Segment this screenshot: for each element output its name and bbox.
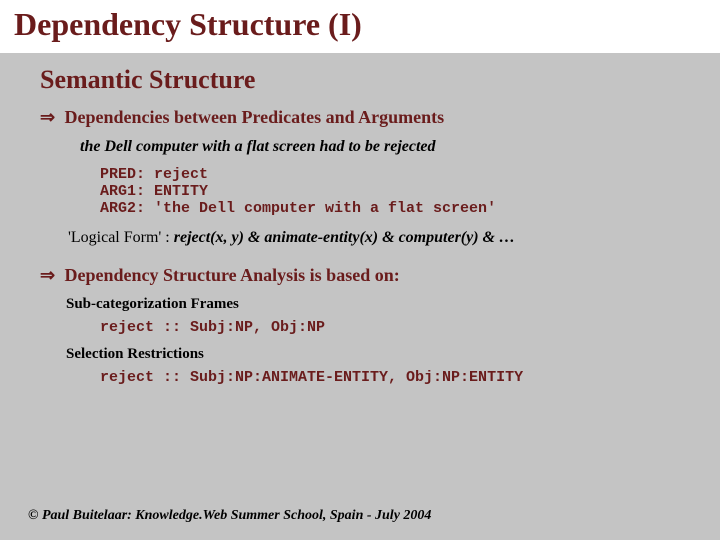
selres-heading: Selection Restrictions [66,346,690,363]
title-band: Dependency Structure (I) [0,0,720,53]
slide-subtitle: Semantic Structure [40,65,690,95]
logical-form-label: 'Logical Form' : [68,229,174,246]
bullet-dependencies: ⇒ Dependencies between Predicates and Ar… [40,107,690,128]
arrow-icon: ⇒ [40,107,60,128]
slide-content: Semantic Structure ⇒ Dependencies betwee… [0,53,720,386]
subcat-line: reject :: Subj:NP, Obj:NP [100,319,690,336]
logical-form-line: 'Logical Form' : reject(x, y) & animate-… [68,229,690,247]
logical-form-expression: reject(x, y) & animate-entity(x) & compu… [174,229,515,246]
bullet-analysis: ⇒ Dependency Structure Analysis is based… [40,265,690,286]
arrow-icon: ⇒ [40,265,60,286]
slide-title: Dependency Structure (I) [14,6,706,43]
example-sentence: the Dell computer with a flat screen had… [80,138,690,156]
slide-footer: © Paul Buitelaar: Knowledge.Web Summer S… [28,508,431,524]
slide: Dependency Structure (I) Semantic Struct… [0,0,720,540]
selres-line: reject :: Subj:NP:ANIMATE-ENTITY, Obj:NP… [100,369,690,386]
pred-arg-block: PRED: reject ARG1: ENTITY ARG2: 'the Del… [100,166,690,217]
bullet-analysis-text: Dependency Structure Analysis is based o… [65,265,400,285]
subcat-heading: Sub-categorization Frames [66,296,690,313]
bullet-dependencies-text: Dependencies between Predicates and Argu… [65,107,445,127]
